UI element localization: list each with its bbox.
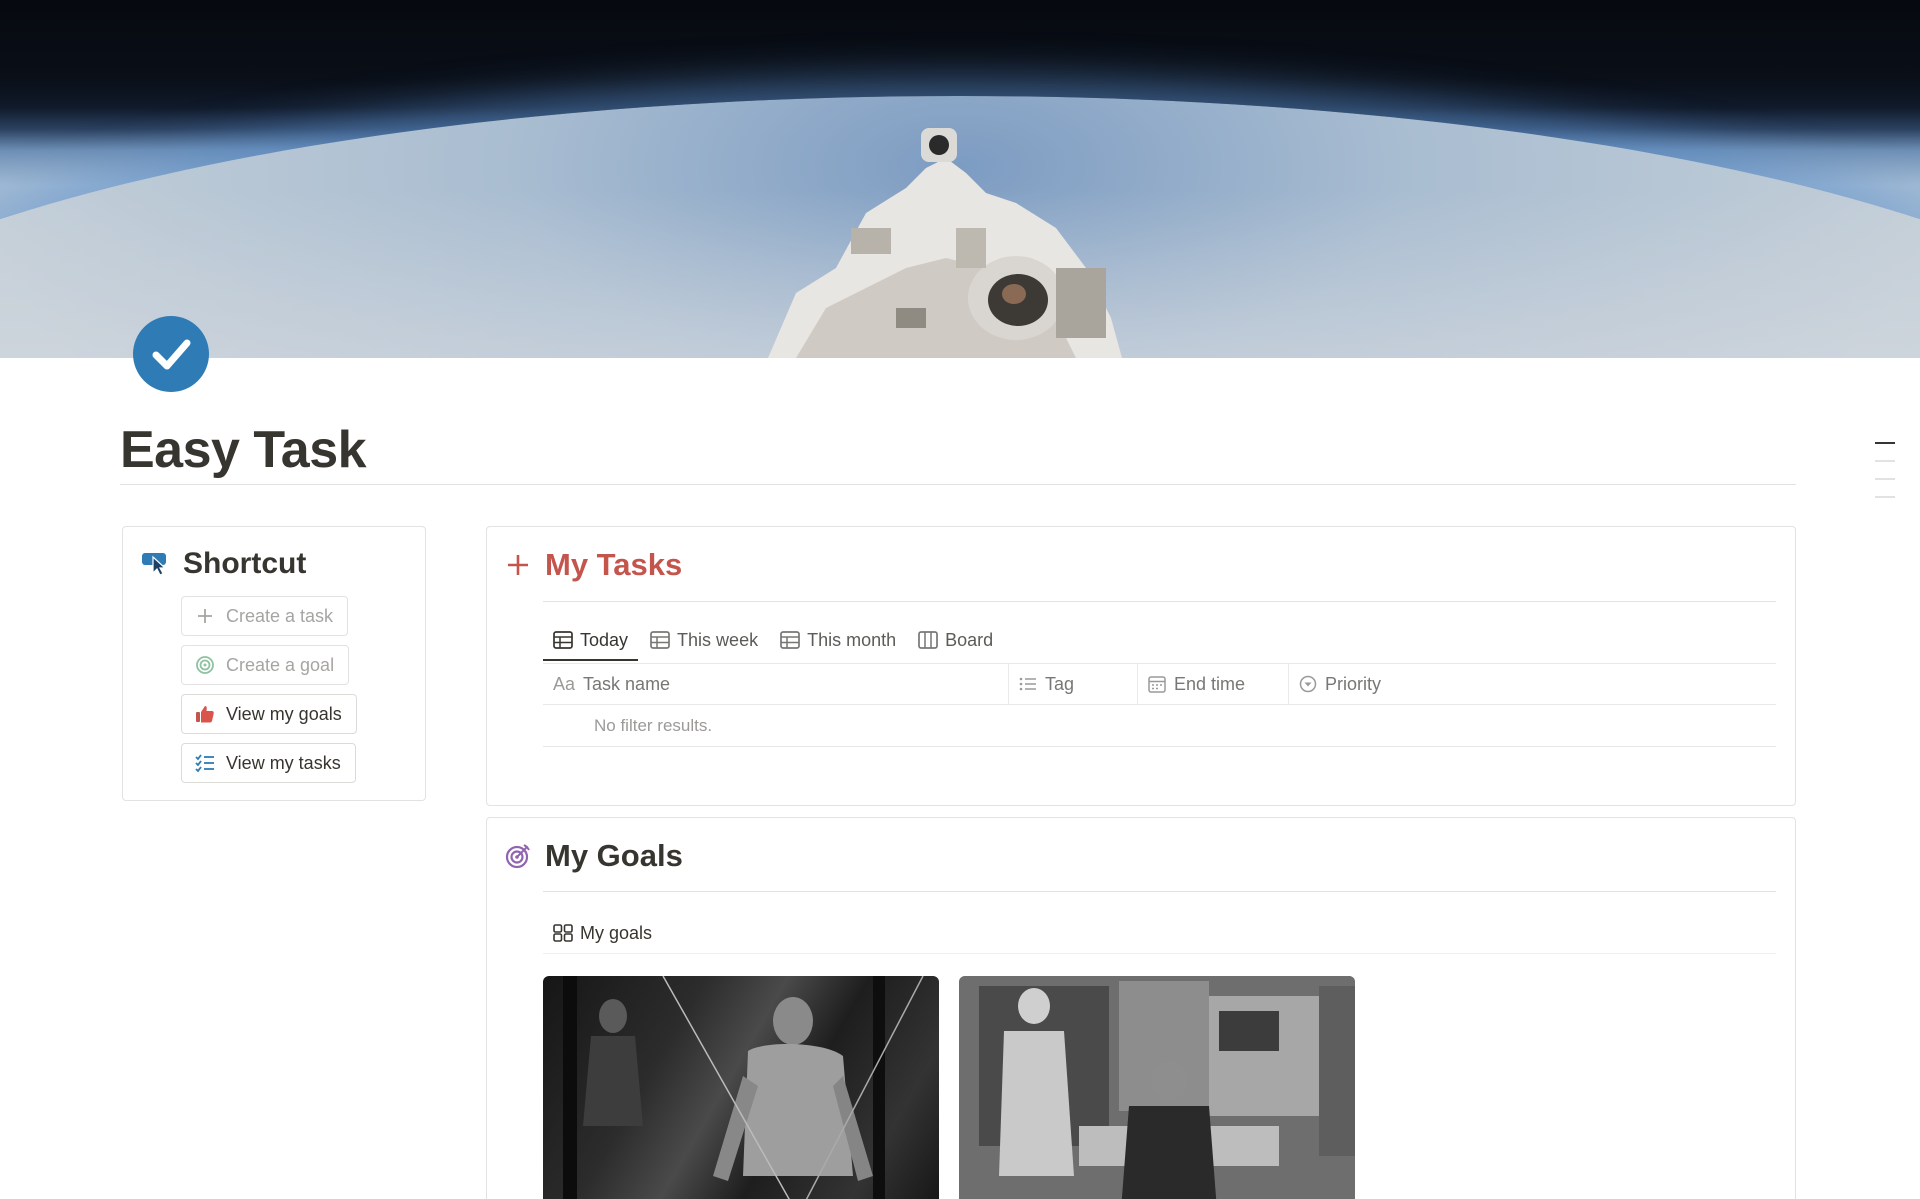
toc-item[interactable] [1875,478,1895,480]
create-goal-button[interactable]: Create a goal [181,645,350,685]
tab-this-month[interactable]: This month [770,619,906,661]
view-my-tasks-button[interactable]: View my tasks [181,743,356,783]
tab-this-month-label: This month [807,629,897,650]
board-icon [918,631,938,649]
tab-today-label: Today [580,629,629,650]
column-end-time[interactable]: End time [1138,664,1289,704]
my-tasks-callout: My Tasks Today This week This month Boar… [486,526,1796,806]
my-tasks-title[interactable]: My Tasks [545,547,682,583]
my-goals-heading: My Goals [505,838,683,874]
goals-view-tabs: My goals [543,912,664,954]
page-check-icon [133,316,209,392]
column-priority-label: Priority [1325,673,1382,694]
section-divider [543,953,1776,954]
column-tag[interactable]: Tag [1009,664,1138,704]
pointer-click-icon [141,548,169,581]
target-icon [194,654,216,676]
create-goal-label: Create a goal [226,654,335,675]
table-of-contents[interactable] [1875,442,1895,514]
section-divider [543,601,1776,602]
column-end-time-label: End time [1174,673,1246,694]
column-task-name[interactable]: Aa Task name [543,664,1009,704]
tab-today[interactable]: Today [543,619,639,661]
toc-item[interactable] [1875,496,1895,498]
checklist-icon [194,752,216,774]
computer-room-photo [959,976,1355,1199]
section-divider [543,891,1776,892]
toc-item[interactable] [1875,460,1895,462]
goal-card-computer-room-photo[interactable] [959,976,1355,1199]
shortcut-title: Shortcut [183,547,307,580]
select-icon [1299,675,1317,693]
column-priority[interactable]: Priority [1289,664,1776,704]
view-tabs: Today This week This month Board [543,619,1005,661]
create-task-button[interactable]: Create a task [181,596,349,636]
view-my-tasks-label: View my tasks [226,752,341,773]
table-header: Aa Task name Tag End time Priority [543,663,1776,705]
calendar-icon [1148,675,1166,693]
empty-state-row: No filter results. [543,705,1776,747]
view-my-goals-label: View my goals [226,703,342,724]
table-icon [650,631,670,649]
gym-photo [563,976,924,1199]
my-tasks-heading: My Tasks [505,547,682,583]
astronaut-illustration [768,128,1122,358]
column-tag-label: Tag [1045,673,1075,694]
tab-my-goals[interactable]: My goals [543,912,662,954]
view-my-goals-button[interactable]: View my goals [181,694,357,734]
create-task-label: Create a task [226,605,334,626]
tab-my-goals-label: My goals [580,922,653,943]
tab-this-week-label: This week [677,629,759,650]
list-icon [1019,676,1037,692]
thumbs-up-icon [194,703,216,725]
toc-item[interactable] [1875,442,1895,444]
gallery-icon [553,924,573,942]
shortcut-heading: Shortcut [141,547,306,581]
column-task-name-label: Task name [583,673,671,694]
text-aa-icon: Aa [553,673,576,694]
table-icon [780,631,800,649]
cover-image [0,0,1920,358]
my-goals-callout: My Goals My goals [486,817,1796,1199]
tab-board-label: Board [945,629,994,650]
table-icon [553,631,573,649]
tab-this-week[interactable]: This week [640,619,768,661]
target-icon [505,843,531,869]
title-divider [120,484,1796,485]
my-goals-title[interactable]: My Goals [545,838,683,874]
plus-icon [194,605,216,627]
goal-card-gym-photo[interactable] [543,976,939,1199]
tab-board[interactable]: Board [908,619,1003,661]
tasks-table: Aa Task name Tag End time Priority No fi… [543,663,1776,747]
goals-gallery [543,976,1375,1199]
page-title[interactable]: Easy Task [120,420,367,480]
shortcut-callout: Shortcut Create a task Create a goal Vie… [122,526,426,801]
plus-icon [505,552,531,578]
